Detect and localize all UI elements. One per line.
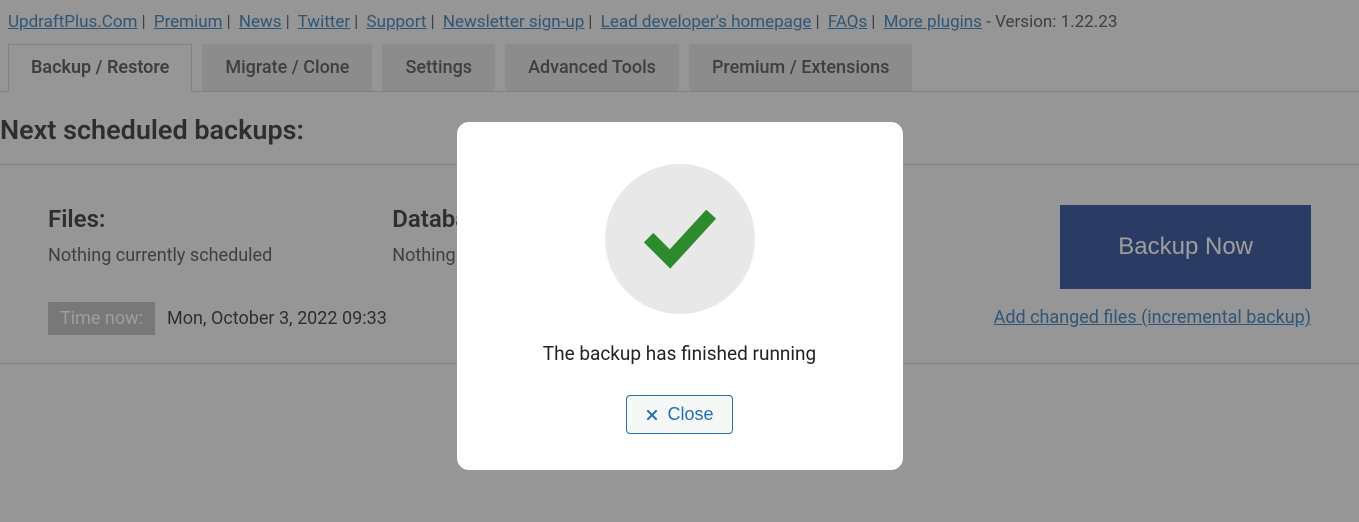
modal-overlay[interactable]: The backup has finished running Close bbox=[0, 0, 1359, 522]
modal-message: The backup has finished running bbox=[543, 342, 816, 365]
checkmark-icon bbox=[605, 164, 755, 314]
close-button-label: Close bbox=[667, 404, 713, 425]
success-modal: The backup has finished running Close bbox=[457, 122, 903, 470]
close-button[interactable]: Close bbox=[626, 395, 732, 434]
close-icon bbox=[645, 408, 659, 422]
